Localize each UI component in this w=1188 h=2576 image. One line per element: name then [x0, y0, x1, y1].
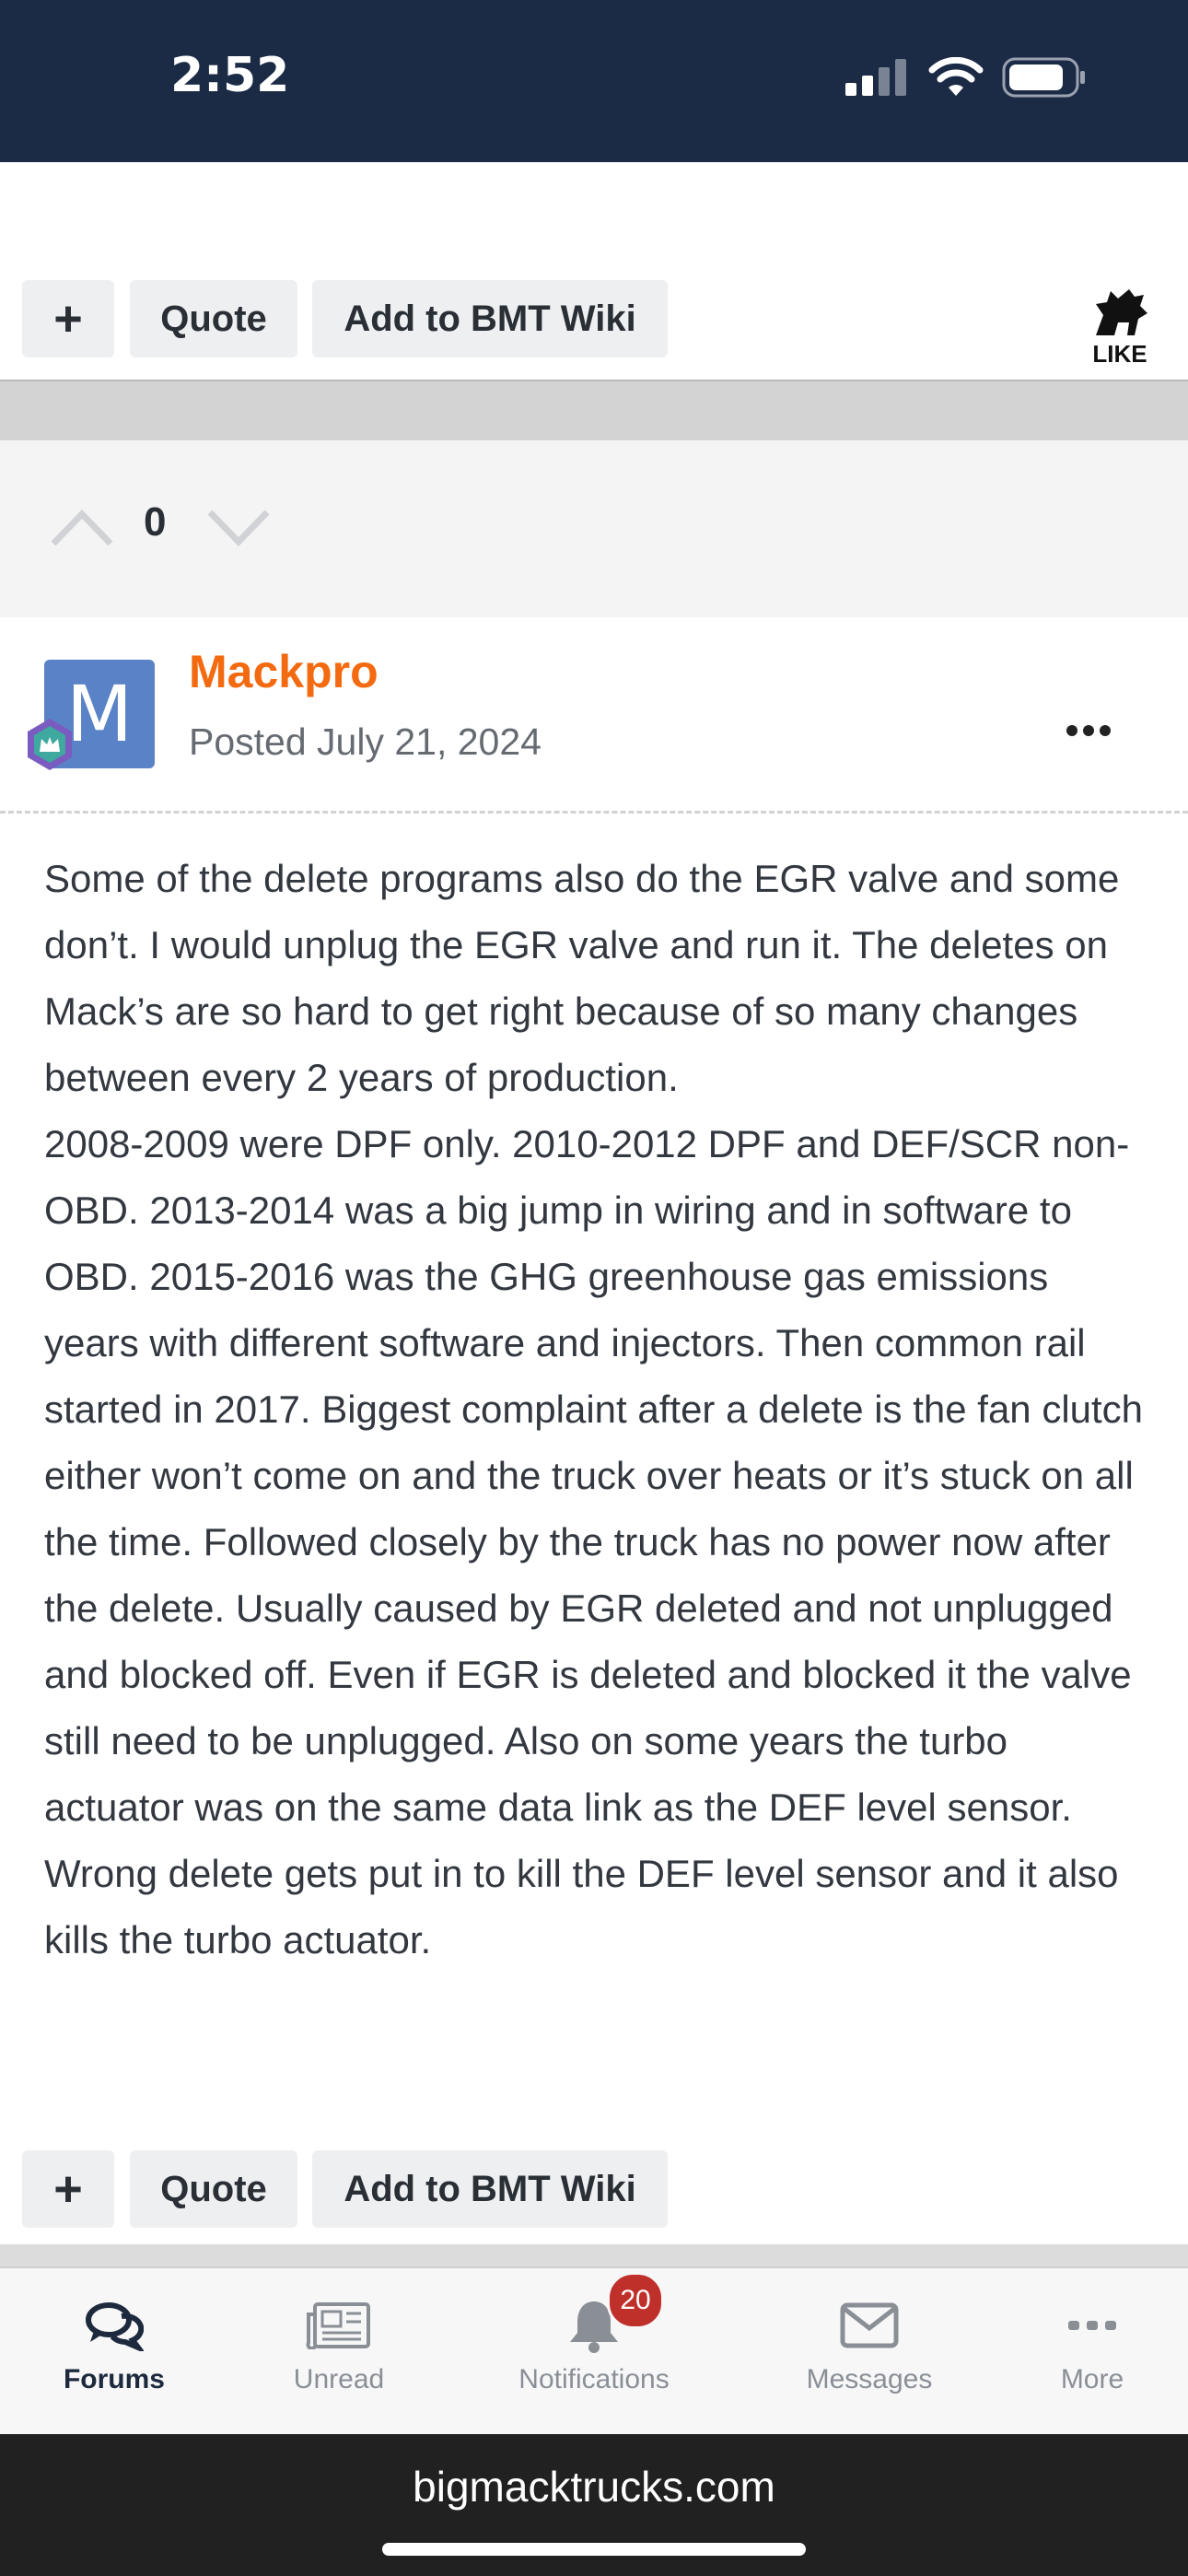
- post-actions-bottom: + Quote Add to BMT Wiki: [0, 2143, 1188, 2244]
- tab-label: More: [1060, 2364, 1124, 2395]
- battery-icon: [1002, 57, 1085, 98]
- quote-button[interactable]: Quote: [130, 2150, 297, 2228]
- tab-notifications[interactable]: 20 Notifications: [497, 2268, 691, 2436]
- status-bar: 2:52: [0, 0, 1188, 162]
- vote-area: 0: [0, 440, 1188, 617]
- tab-label: Messages: [806, 2364, 933, 2395]
- quote-button[interactable]: Quote: [130, 280, 297, 357]
- post-date: Posted July 21, 2024: [189, 720, 542, 763]
- wifi-icon: [928, 57, 984, 96]
- tab-more[interactable]: More: [1041, 2268, 1144, 2436]
- plus-button[interactable]: +: [22, 280, 114, 357]
- unread-icon: [306, 2302, 370, 2349]
- forums-icon: [86, 2302, 144, 2351]
- like-button[interactable]: LIKE: [1083, 282, 1157, 368]
- rank-badge-icon: [28, 719, 72, 770]
- post-body: Some of the delete programs also do the …: [44, 857, 1144, 1961]
- tab-label: Notifications: [518, 2364, 670, 2395]
- tab-label: Unread: [293, 2364, 385, 2395]
- author-name[interactable]: Mackpro: [189, 645, 379, 698]
- post-options-icon[interactable]: [1066, 724, 1111, 737]
- tab-bar: Forums Unread 20 Notifications Messages …: [0, 2266, 1188, 2436]
- more-icon: [1068, 2321, 1116, 2330]
- tab-unread[interactable]: Unread: [267, 2268, 411, 2436]
- add-to-wiki-button[interactable]: Add to BMT Wiki: [312, 2150, 668, 2228]
- like-label: LIKE: [1092, 340, 1147, 368]
- status-time: 2:52: [170, 48, 290, 103]
- notifications-badge: 20: [607, 2272, 664, 2329]
- section-divider: [0, 380, 1188, 442]
- home-indicator[interactable]: [382, 2543, 806, 2556]
- post-actions-top: + Quote Add to BMT Wiki LIKE: [0, 273, 1188, 374]
- browser-bar: bigmacktrucks.com: [0, 2434, 1188, 2576]
- plus-button[interactable]: +: [22, 2150, 114, 2228]
- bulldog-icon: [1096, 289, 1147, 335]
- signal-icon: [845, 59, 906, 96]
- url-field[interactable]: bigmacktrucks.com: [0, 2462, 1188, 2512]
- vote-count: 0: [144, 499, 167, 544]
- envelope-icon: [840, 2302, 899, 2348]
- upvote-icon[interactable]: [50, 507, 114, 547]
- tab-forums[interactable]: Forums: [37, 2268, 192, 2436]
- downvote-icon[interactable]: [206, 509, 271, 549]
- tab-messages[interactable]: Messages: [786, 2268, 952, 2436]
- status-icons: [844, 57, 1087, 98]
- tab-label: Forums: [63, 2364, 165, 2395]
- header-divider: [0, 811, 1188, 814]
- section-divider: [0, 2244, 1188, 2266]
- add-to-wiki-button[interactable]: Add to BMT Wiki: [312, 280, 668, 357]
